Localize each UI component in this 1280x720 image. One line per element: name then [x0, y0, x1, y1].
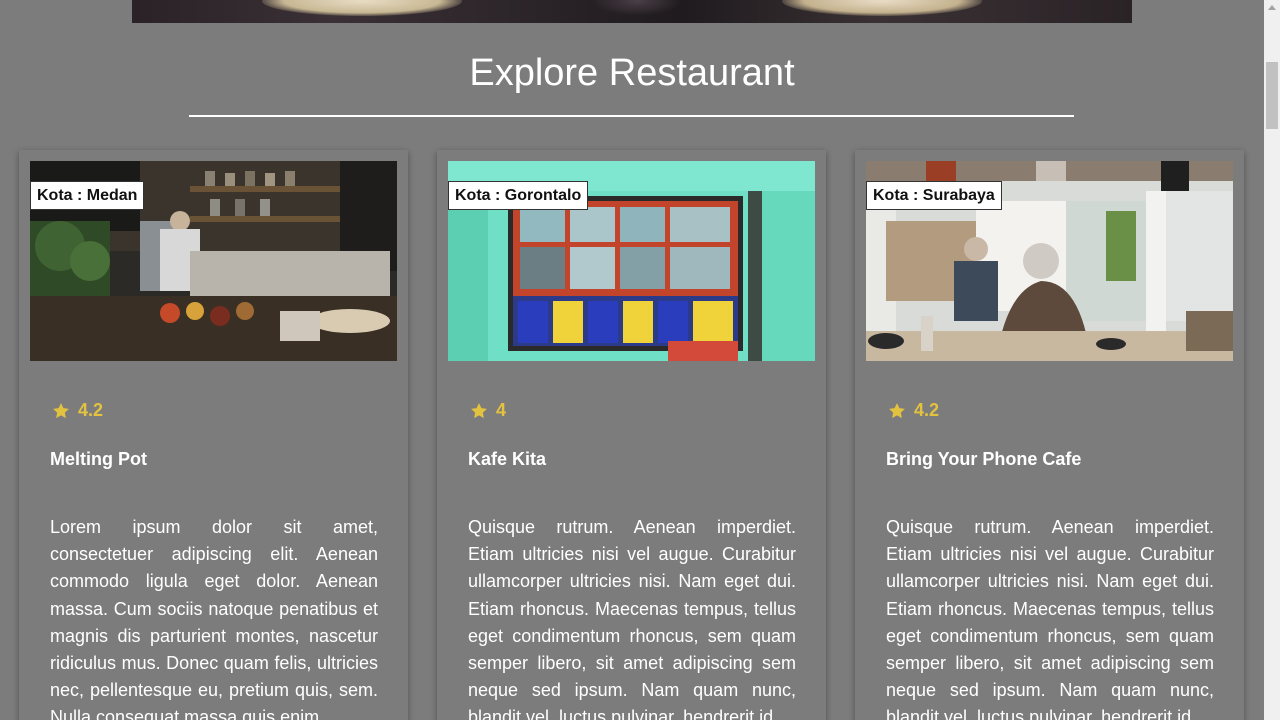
city-label: Kota : Surabaya: [866, 181, 1002, 210]
rating-value: 4.2: [78, 400, 104, 420]
star-icon: [53, 402, 69, 418]
star-icon: [889, 402, 905, 418]
restaurant-card[interactable]: Kota : Surabaya 4.2 Bring Your Phone Caf…: [855, 150, 1244, 720]
hero-image: [132, 0, 1132, 23]
rating-value: 4.2: [914, 400, 940, 420]
scrollbar-thumb[interactable]: [1266, 62, 1278, 129]
rating-value: 4: [496, 400, 507, 420]
rating: 4.2: [51, 400, 103, 421]
vertical-scrollbar[interactable]: [1264, 0, 1280, 720]
restaurant-name[interactable]: Kafe Kita: [468, 449, 546, 470]
rating: 4.2: [887, 400, 939, 421]
city-label: Kota : Gorontalo: [448, 181, 589, 210]
restaurant-description: Quisque rutrum. Aenean imperdiet. Etiam …: [886, 517, 1214, 720]
title-divider: [189, 115, 1074, 117]
restaurant-description: Quisque rutrum. Aenean imperdiet. Etiam …: [468, 517, 796, 720]
restaurant-name[interactable]: Bring Your Phone Cafe: [886, 449, 1081, 470]
section-title: Explore Restaurant: [469, 52, 795, 94]
city-label: Kota : Medan: [30, 181, 145, 210]
star-icon: [471, 402, 487, 418]
restaurant-card[interactable]: Kota : Gorontalo 4 Kafe Kita Quisque rut…: [437, 150, 826, 720]
scroll-up-arrow-icon[interactable]: [1268, 5, 1276, 10]
restaurant-card[interactable]: Kota : Medan 4.2 Melting Pot Lorem ipsum…: [19, 150, 408, 720]
rating: 4: [469, 400, 506, 421]
restaurant-name[interactable]: Melting Pot: [50, 449, 147, 470]
restaurant-description: Lorem ipsum dolor sit amet, consectetuer…: [50, 517, 378, 720]
page: Explore Restaurant Kota: Medan 4.2 Melt…: [0, 0, 1280, 720]
